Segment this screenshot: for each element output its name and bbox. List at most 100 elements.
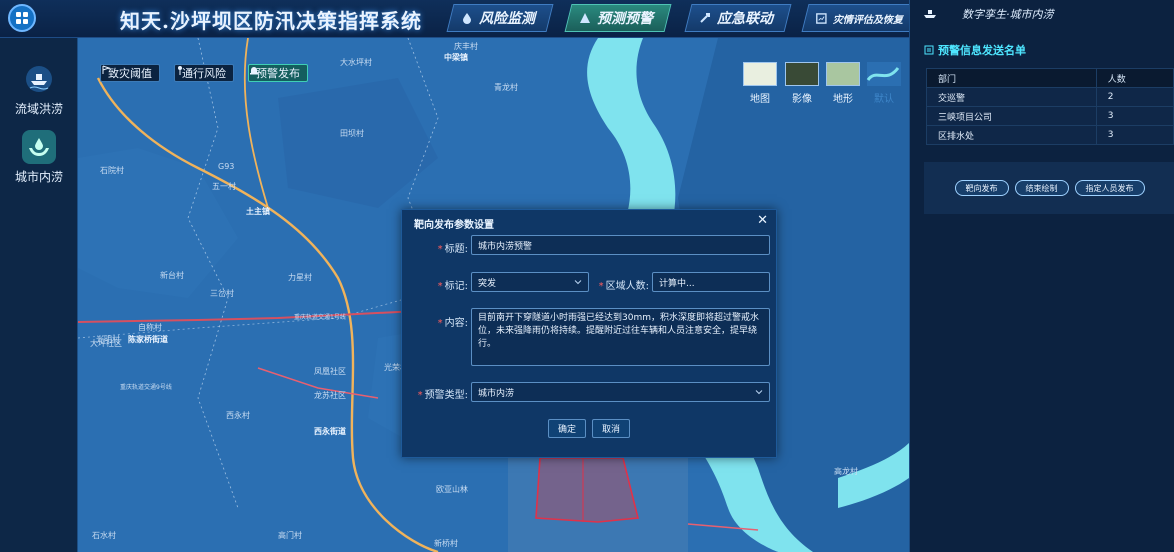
left-sidebar: 流域洪涝 城市内涝	[0, 38, 78, 552]
table-row[interactable]: 区排水处 3	[926, 125, 1174, 145]
basemap-terrain[interactable]: 地形	[825, 62, 861, 105]
map-label: 西永街道	[314, 427, 346, 436]
content-textarea[interactable]: 目前南开下穿隧道小时雨强已经达到30mm，积水深度即将超过警戒水位，未来强降雨仍…	[471, 308, 770, 366]
tool-traffic-risk[interactable]: 通行风险	[174, 64, 234, 82]
targeted-release-dialog: 靶向发布参数设置 ✕ * 标题: 城市内涝预警 * 标记: 突发 * 区域人数: 计算…	[401, 209, 777, 458]
map-label: 力星村	[288, 273, 312, 282]
header-department: 部门	[926, 68, 1097, 88]
satellite-thumbnail	[785, 62, 819, 86]
grid-menu-button[interactable]	[8, 4, 36, 32]
warning-type-value: 城市内涝	[478, 388, 515, 399]
basemap-map[interactable]: 地图	[742, 62, 778, 105]
sidebar-item-label: 流域洪涝	[14, 102, 63, 116]
dialog-title: 靶向发布参数设置	[414, 220, 494, 231]
tab-disaster-assessment[interactable]: 灾情评估及恢复	[801, 4, 922, 32]
report-icon	[816, 12, 827, 24]
basemap-satellite[interactable]: 影像	[784, 62, 820, 105]
content-label-text: 内容:	[444, 318, 468, 329]
confirm-button[interactable]: 确定	[548, 419, 587, 438]
tab-label: 风险监测	[479, 11, 535, 27]
type-label: * 预警类型:	[404, 386, 468, 401]
table-row[interactable]: 交巡警 2	[926, 87, 1174, 107]
tab-emergency-linkage[interactable]: 应急联动	[684, 4, 792, 32]
designated-release-button[interactable]: 指定人员发布	[1074, 180, 1145, 196]
map-label: 五一村	[212, 182, 236, 191]
tab-risk-monitoring[interactable]: 风险监测	[446, 4, 554, 32]
map-label: 新桥村	[434, 539, 458, 548]
sidebar-item-urban-waterlogging[interactable]: 城市内涝	[0, 130, 78, 185]
map-label: 新台村	[160, 271, 184, 280]
title-label: * 标题:	[412, 240, 468, 255]
section-title: 预警信息发送名单	[924, 42, 1174, 58]
content-label: * 内容:	[412, 314, 468, 329]
region-count-field[interactable]: 计算中...	[652, 272, 770, 292]
end-drawing-button[interactable]: 结束绘制	[1014, 180, 1069, 196]
panel-actions: 靶向发布 结束绘制 指定人员发布	[924, 162, 1174, 214]
map-label: 欧亚山林	[436, 485, 468, 494]
chevron-down-icon	[574, 280, 582, 285]
panel-header: 数字孪生·城市内涝	[922, 6, 1054, 22]
map-label: 大水坪村	[340, 58, 372, 67]
map-label: 龙苏社区	[314, 391, 346, 400]
map-label: 中梁镇	[444, 53, 468, 62]
tab-label: 应急联动	[717, 11, 773, 27]
table-row[interactable]: 三峡项目公司 3	[926, 106, 1174, 126]
map-label: 土主镇	[246, 207, 270, 216]
targeted-release-button[interactable]: 靶向发布	[954, 180, 1009, 196]
map-label: 陈家桥街道	[128, 335, 168, 344]
tab-forecast-warning[interactable]: 预测预警	[564, 4, 672, 32]
header-count: 人数	[1095, 68, 1174, 88]
map-label: 自称村	[138, 323, 162, 332]
tag-select-value: 突发	[478, 278, 497, 289]
app-root: 知天.沙坪坝区防汛决策指挥系统 风险监测 预测预警 应急联动 灾情评估及恢复 a…	[0, 0, 1174, 552]
basemap-label: 默认	[874, 94, 894, 105]
cell-department: 区排水处	[926, 125, 1097, 145]
basemap-default[interactable]: 默认	[866, 62, 902, 105]
warning-type-select[interactable]: 城市内涝	[471, 382, 770, 402]
basemap-label: 影像	[792, 94, 812, 105]
cancel-button[interactable]: 取消	[592, 419, 631, 438]
water-drop-icon	[463, 13, 471, 24]
flag-icon	[102, 65, 111, 74]
panel-title: 数字孪生·城市内涝	[962, 8, 1054, 21]
tool-disaster-threshold[interactable]: 致灾阈值	[100, 64, 160, 82]
basemap-label: 地图	[750, 94, 770, 105]
map-label: G93	[218, 162, 235, 171]
cell-count: 3	[1095, 125, 1174, 145]
tool-warning-release[interactable]: 预警发布	[248, 64, 308, 82]
sidebar-item-label: 城市内涝	[14, 170, 63, 184]
map-label: 重庆轨道交通1号线	[294, 314, 346, 321]
tool-label: 致灾阈值	[108, 67, 152, 80]
tab-label: 预测预警	[597, 11, 653, 27]
document-icon	[924, 45, 934, 55]
chevron-down-icon	[755, 390, 763, 395]
basemap-label: 地形	[833, 94, 853, 105]
map-label: 凤凰社区	[314, 367, 346, 376]
tag-select[interactable]: 突发	[471, 272, 589, 292]
link-icon	[700, 13, 710, 23]
count-label-text: 区域人数:	[605, 281, 649, 292]
map-label: 高门村	[278, 531, 302, 540]
default-thumbnail	[866, 62, 901, 86]
required-marker: *	[598, 281, 604, 292]
tab-label: 灾情评估及恢复	[833, 14, 903, 26]
count-label: * 区域人数:	[592, 277, 649, 292]
title-input[interactable]: 城市内涝预警	[471, 235, 770, 255]
required-marker: *	[437, 281, 443, 292]
hands-water-icon	[22, 130, 56, 164]
map-label: 三岔村	[210, 289, 234, 298]
map-label: 青龙村	[494, 83, 518, 92]
map-thumbnail	[743, 62, 777, 86]
required-marker: *	[437, 244, 443, 255]
map-label: 石水村	[92, 531, 116, 540]
map-label: 西永村	[226, 411, 250, 420]
tool-label: 预警发布	[256, 67, 300, 80]
sidebar-item-basin-flood[interactable]: 流域洪涝	[0, 62, 78, 117]
title-label-text: 标题:	[444, 244, 468, 255]
cell-count: 3	[1095, 106, 1174, 126]
required-marker: *	[437, 318, 443, 329]
table-header-row: 部门 人数	[926, 68, 1174, 88]
boat-icon	[22, 62, 56, 96]
close-icon[interactable]: ✕	[757, 213, 768, 228]
map-label: 高龙村	[834, 467, 858, 476]
